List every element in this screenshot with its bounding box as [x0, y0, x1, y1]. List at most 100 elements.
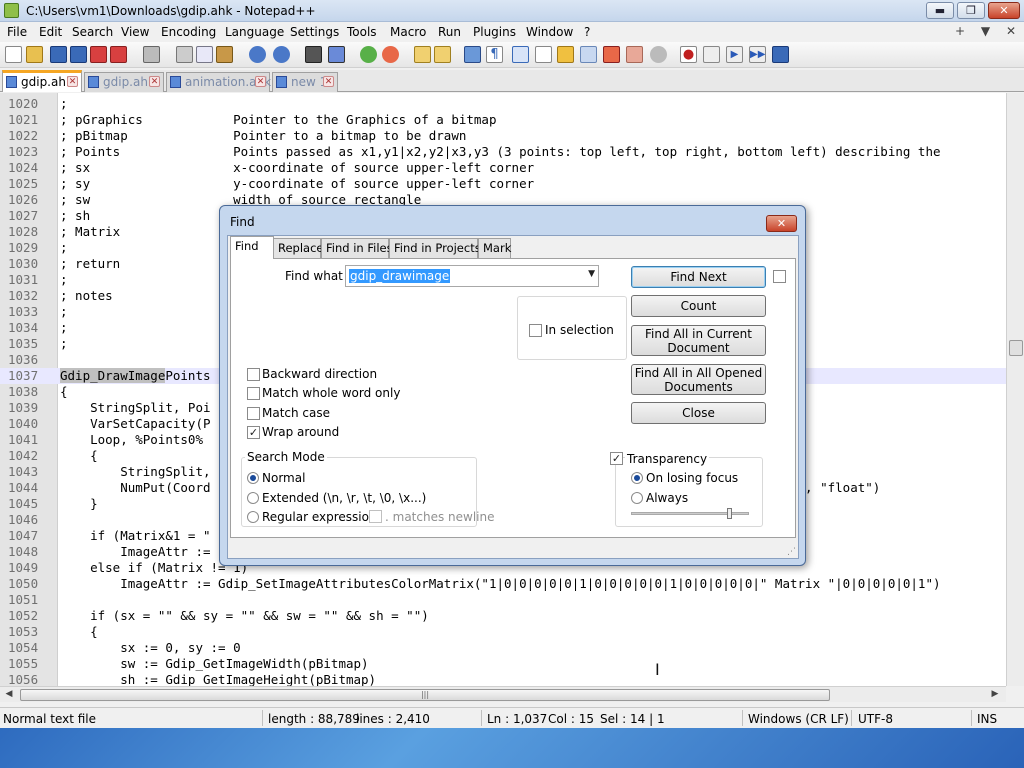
menu-macro[interactable]: Macro	[390, 25, 426, 39]
tab-close-icon[interactable]: ✕	[67, 76, 78, 87]
transparency-on-losing-focus-radio[interactable]	[631, 472, 643, 484]
code-line[interactable]: 1056 sh := Gdip_GetImageHeight(pBitmap)	[0, 672, 1006, 686]
search-mode-normal-radio[interactable]	[247, 472, 259, 484]
transparency-slider-thumb[interactable]	[727, 508, 732, 519]
menu-tools[interactable]: Tools	[347, 25, 377, 39]
code-line[interactable]: 1052 if (sx = "" && sy = "" && sw = "" &…	[0, 608, 1006, 624]
tab-mark[interactable]: Mark	[478, 238, 511, 258]
code-line[interactable]: 1021 ; pGraphics Pointer to the Graphics …	[0, 112, 1006, 128]
undo-icon[interactable]	[249, 46, 266, 63]
save-all-icon[interactable]	[70, 46, 87, 63]
udl-icon[interactable]	[535, 46, 552, 63]
vertical-scrollbar[interactable]	[1006, 93, 1024, 686]
paste-icon[interactable]	[216, 46, 233, 63]
tab-find-in-files[interactable]: Find in Files	[321, 238, 393, 258]
close-file-icon[interactable]	[90, 46, 107, 63]
code-line[interactable]: 1053 {	[0, 624, 1006, 640]
tab-replace[interactable]: Replace	[273, 238, 324, 258]
menu-language[interactable]: Language	[225, 25, 284, 39]
backward-direction-checkbox[interactable]	[247, 368, 260, 381]
find-next-option-checkbox[interactable]	[773, 270, 786, 283]
play-macro-icon[interactable]: ▶	[726, 46, 743, 63]
code-line[interactable]: 1025 ; sy y-coordinate of source upper-le…	[0, 176, 1006, 192]
matches-newline-checkbox[interactable]	[369, 510, 382, 523]
stop-macro-icon[interactable]	[703, 46, 720, 63]
find-all-opened-documents-button[interactable]: Find All in All Opened Documents	[631, 364, 766, 395]
find-what-combobox[interactable]: gdip_drawimage ▼	[345, 265, 599, 287]
menu-run[interactable]: Run	[438, 25, 461, 39]
copy-icon[interactable]	[196, 46, 213, 63]
vertical-scroll-thumb[interactable]	[1009, 340, 1023, 356]
tab-close-icon[interactable]: ✕	[149, 76, 160, 87]
tab-find-in-projects[interactable]: Find in Projects	[389, 238, 481, 258]
minimize-button[interactable]: ▬	[926, 2, 954, 19]
code-line[interactable]: 1051	[0, 592, 1006, 608]
cut-icon[interactable]	[176, 46, 193, 63]
scroll-right-icon[interactable]: ▶	[988, 688, 1002, 702]
menu-plugins[interactable]: Plugins	[473, 25, 516, 39]
tab-close-icon[interactable]: ✕	[255, 76, 266, 87]
new-file-icon[interactable]	[5, 46, 22, 63]
tab-new-1[interactable]: new 1 ✕	[272, 72, 338, 92]
run-macro-multiple-icon[interactable]: ▶▶	[749, 46, 766, 63]
menu-edit[interactable]: Edit	[39, 25, 62, 39]
print-icon[interactable]	[143, 46, 160, 63]
scroll-left-icon[interactable]: ◀	[2, 688, 16, 702]
menu-help[interactable]: ?	[584, 25, 590, 39]
code-line[interactable]: 1020;	[0, 96, 1006, 112]
maximize-button[interactable]: ❐	[957, 2, 985, 19]
code-line[interactable]: 1023 ; Points Points passed as x1,y1|x2,y…	[0, 144, 1006, 160]
sync-horizontal-icon[interactable]	[434, 46, 451, 63]
save-macro-icon[interactable]	[772, 46, 789, 63]
find-icon[interactable]	[305, 46, 322, 63]
function-list-icon[interactable]	[580, 46, 597, 63]
redo-icon[interactable]	[273, 46, 290, 63]
find-next-button[interactable]: Find Next	[631, 266, 766, 288]
menu-window[interactable]: Window	[526, 25, 573, 39]
tab-close-icon[interactable]: ✕	[323, 76, 334, 87]
indent-guide-icon[interactable]	[512, 46, 529, 63]
eye-icon[interactable]	[650, 46, 667, 63]
horizontal-scrollbar[interactable]: ◀ ||| ▶	[0, 686, 1006, 702]
menu-view[interactable]: View	[121, 25, 149, 39]
horizontal-scroll-thumb[interactable]: |||	[20, 689, 830, 701]
tab-gdip-ahk-active[interactable]: gdip.ahk ✕	[2, 70, 82, 92]
code-line[interactable]: 1050 ImageAttr := Gdip_SetImageAttribute…	[0, 576, 1006, 592]
open-file-icon[interactable]	[26, 46, 43, 63]
menu-doc-controls[interactable]: + ▼ ✕	[955, 24, 1016, 38]
code-line[interactable]: 1055 sw := Gdip_GetImageWidth(pBitmap)	[0, 656, 1006, 672]
tab-gdip-ahk[interactable]: gdip.ahk ✕	[84, 72, 164, 92]
sync-vertical-icon[interactable]	[414, 46, 431, 63]
close-all-icon[interactable]	[110, 46, 127, 63]
search-mode-regex-radio[interactable]	[247, 511, 259, 523]
in-selection-checkbox[interactable]	[529, 324, 542, 337]
match-case-checkbox[interactable]	[247, 407, 260, 420]
find-dialog-close-button[interactable]: ✕	[766, 215, 797, 232]
code-line[interactable]: 1054 sx := 0, sy := 0	[0, 640, 1006, 656]
code-line[interactable]: 1022 ; pBitmap Pointer to a bitmap to be …	[0, 128, 1006, 144]
dropdown-arrow-icon[interactable]: ▼	[588, 269, 595, 279]
record-macro-icon[interactable]: ●	[680, 46, 697, 63]
tab-find[interactable]: Find	[230, 236, 274, 259]
transparency-always-radio[interactable]	[631, 492, 643, 504]
find-all-current-document-button[interactable]: Find All in Current Document	[631, 325, 766, 356]
menu-settings[interactable]: Settings	[290, 25, 339, 39]
menu-file[interactable]: File	[7, 25, 27, 39]
search-mode-extended-radio[interactable]	[247, 492, 259, 504]
save-icon[interactable]	[50, 46, 67, 63]
menu-encoding[interactable]: Encoding	[161, 25, 216, 39]
match-whole-word-checkbox[interactable]	[247, 387, 260, 400]
show-all-chars-icon[interactable]: ¶	[486, 46, 503, 63]
word-wrap-icon[interactable]	[464, 46, 481, 63]
zoom-in-icon[interactable]	[360, 46, 377, 63]
close-button[interactable]: ✕	[988, 2, 1020, 19]
transparency-checkbox[interactable]: ✓	[610, 452, 623, 465]
transparency-slider[interactable]	[631, 508, 749, 519]
wrap-around-checkbox[interactable]: ✓	[247, 426, 260, 439]
code-line[interactable]: 1024 ; sx x-coordinate of source upper-le…	[0, 160, 1006, 176]
zoom-out-icon[interactable]	[382, 46, 399, 63]
tab-animation-ahk[interactable]: animation.ahk ✕	[166, 72, 271, 92]
folder-workspace-icon[interactable]	[603, 46, 620, 63]
replace-icon[interactable]	[328, 46, 345, 63]
count-button[interactable]: Count	[631, 295, 766, 317]
